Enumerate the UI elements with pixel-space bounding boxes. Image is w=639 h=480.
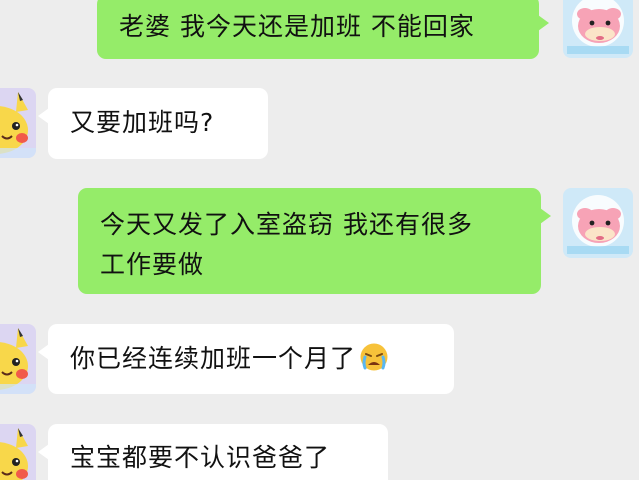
pikachu-avatar[interactable] <box>0 88 36 158</box>
message-bubble-incoming[interactable]: 宝宝都要不认识爸爸了 <box>38 424 388 480</box>
message-bubble-outgoing[interactable]: 今天又发了入室盗窃 我还有很多 工作要做 <box>78 188 551 294</box>
message-bubble-incoming[interactable]: 又要加班吗? <box>38 88 268 159</box>
message-bubble-outgoing[interactable]: 老婆 我今天还是加班 不能回家 <box>97 0 549 59</box>
message-text-line: 工作要做 <box>100 250 205 279</box>
slowpoke-avatar[interactable] <box>563 188 633 258</box>
message-text: 老婆 我今天还是加班 不能回家 <box>119 12 475 41</box>
pikachu-avatar[interactable] <box>0 324 36 394</box>
message-bubble-incoming[interactable]: 你已经连续加班一个月了 <box>38 324 454 394</box>
message-text: 宝宝都要不认识爸爸了 <box>70 443 331 472</box>
chat-area[interactable]: 老婆 我今天还是加班 不能回家 又要加班吗? 今天又发了入室盗窃 我还有很多 工… <box>0 0 639 480</box>
crying-face-emoji <box>359 342 389 372</box>
message-text: 又要加班吗? <box>70 108 215 137</box>
slowpoke-avatar[interactable] <box>563 0 633 58</box>
pikachu-avatar[interactable] <box>0 424 36 480</box>
message-text: 你已经连续加班一个月了 <box>70 344 357 373</box>
message-text-line: 今天又发了入室盗窃 我还有很多 <box>100 210 473 239</box>
